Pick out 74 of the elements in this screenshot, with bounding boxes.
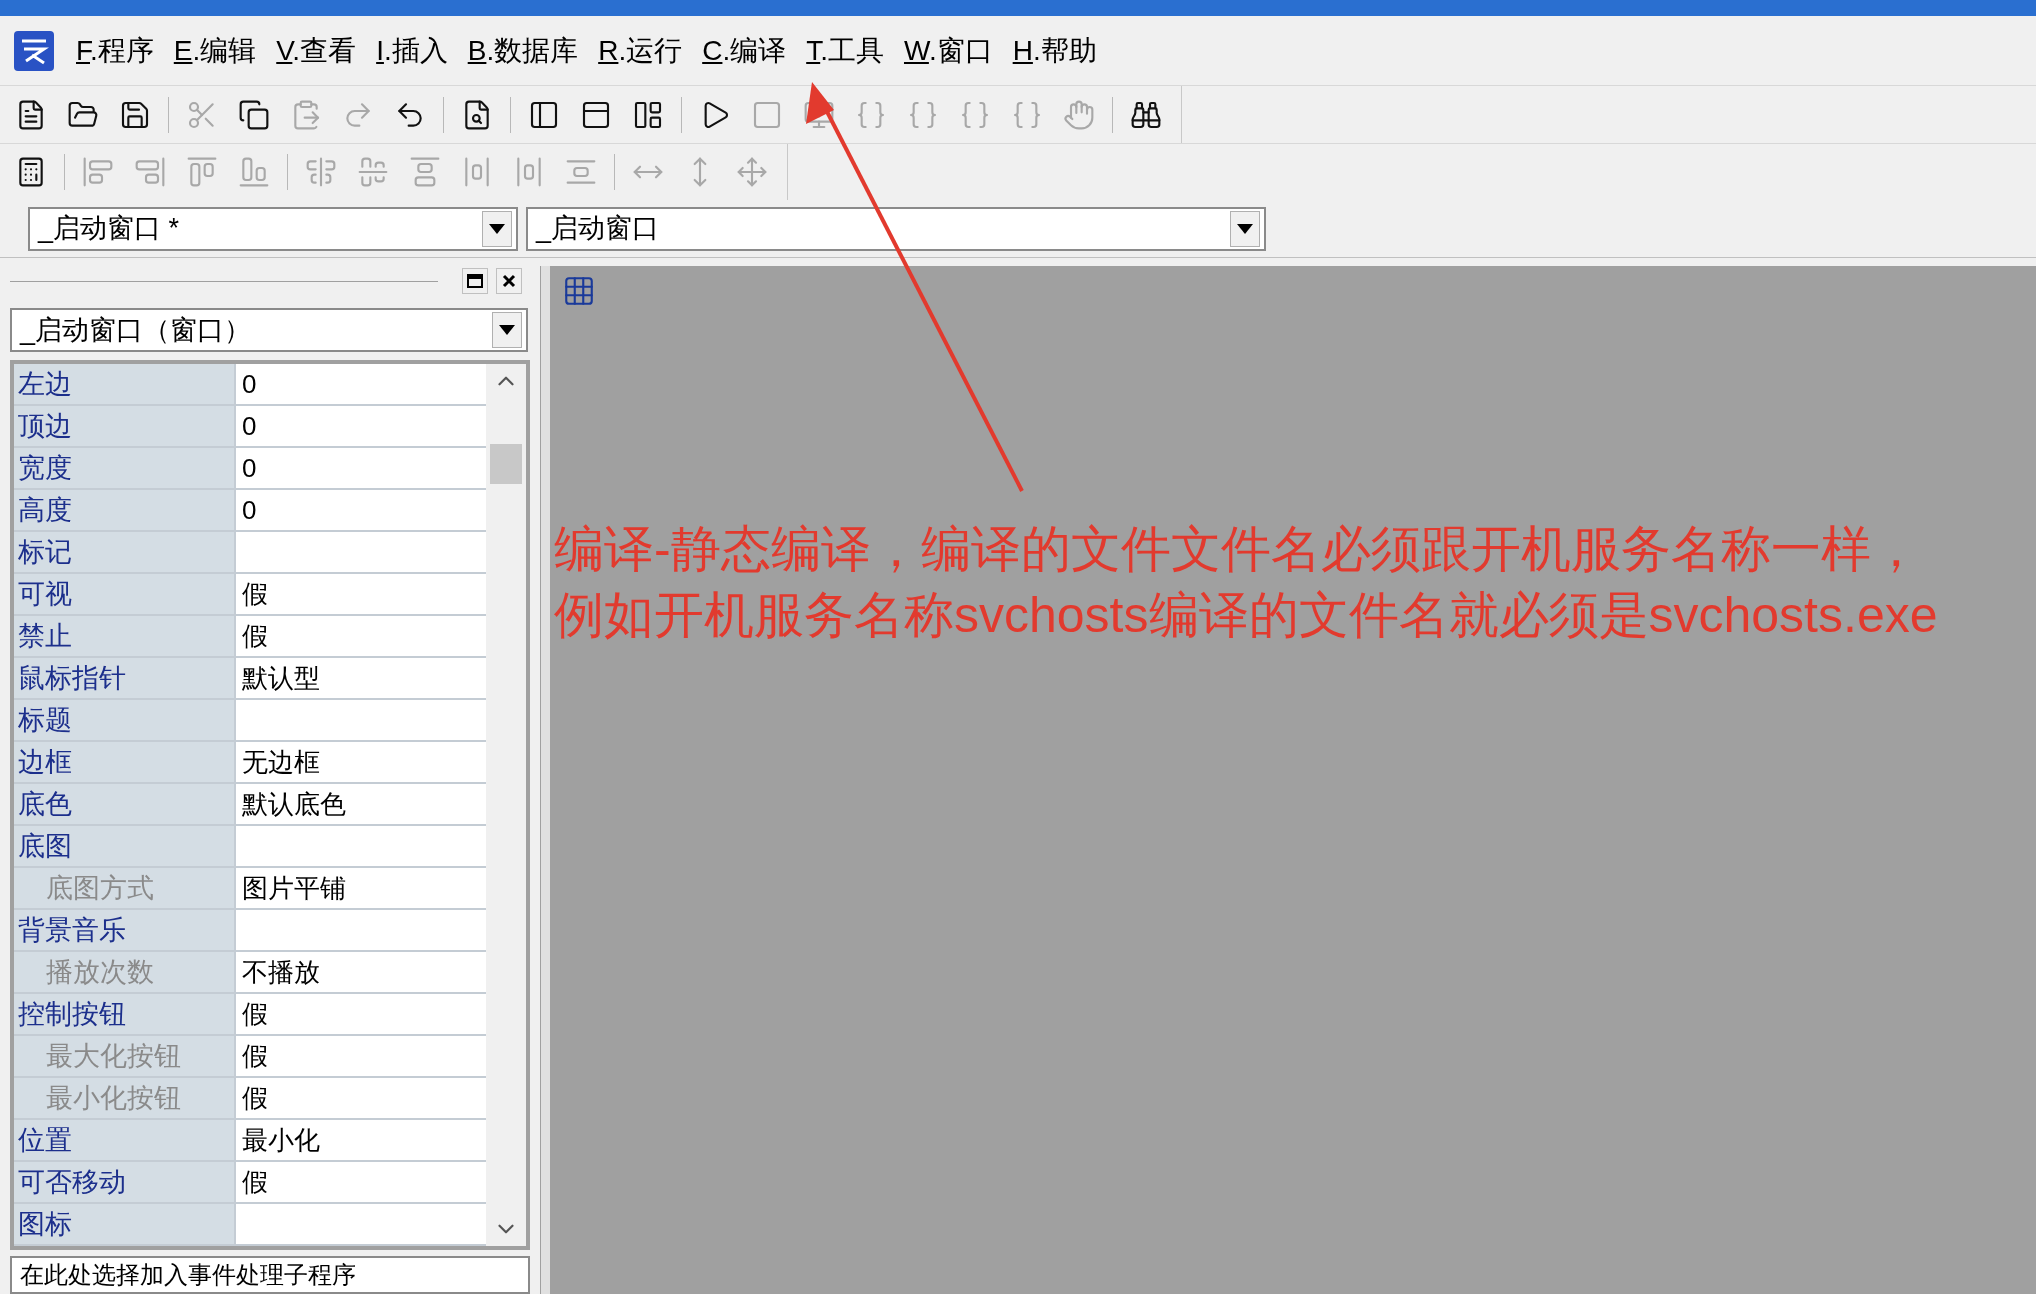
property-value[interactable]: 不播放: [236, 952, 486, 992]
property-value[interactable]: 0: [236, 406, 486, 446]
property-name: 宽度: [14, 448, 236, 488]
menu-item[interactable]: B.数据库: [467, 29, 579, 72]
property-name: 背景音乐: [14, 910, 236, 950]
dropdown-arrow-icon: [489, 223, 505, 234]
object-dropdown[interactable]: _启动窗口 *: [28, 206, 518, 251]
center-icon: [357, 156, 389, 188]
object-dropdown[interactable]: _启动窗口（窗口）: [10, 308, 528, 352]
property-value[interactable]: 假: [236, 616, 486, 656]
restore-button[interactable]: [462, 268, 488, 294]
dropdown-arrow-icon: [1237, 223, 1253, 234]
align-bottom-icon: [238, 156, 270, 188]
property-name: 最大化按钮: [14, 1036, 236, 1076]
property-name: 左边: [14, 364, 236, 404]
property-value[interactable]: 0: [236, 490, 486, 530]
dropdown-arrow-icon: [499, 325, 515, 335]
property-value[interactable]: 假: [236, 574, 486, 614]
menu-item[interactable]: W.窗口: [904, 29, 993, 72]
property-name: 标题: [14, 700, 236, 740]
property-name: 禁止: [14, 616, 236, 656]
property-name: 图标: [14, 1204, 236, 1244]
panel-splitter[interactable]: [540, 266, 550, 1294]
event-dropdown[interactable]: 在此处选择加入事件处理子程序: [10, 1256, 530, 1294]
align-left-icon: [82, 156, 114, 188]
scrollbar[interactable]: [486, 364, 526, 1246]
scrollbar-thumb[interactable]: [490, 444, 522, 484]
property-name: 最小化按钮: [14, 1078, 236, 1118]
property-name: 可视: [14, 574, 236, 614]
restore-icon: [467, 274, 483, 288]
property-name: 边框: [14, 742, 236, 782]
property-name: 底图: [14, 826, 236, 866]
menu-item[interactable]: V.查看: [276, 29, 357, 72]
property-name: 控制按钮: [14, 994, 236, 1034]
menu-item[interactable]: R.运行: [598, 29, 683, 72]
menu-item[interactable]: C.编译: [702, 29, 787, 72]
property-name: 高度: [14, 490, 236, 530]
property-value[interactable]: 默认底色: [236, 784, 486, 824]
property-value[interactable]: 假: [236, 1036, 486, 1076]
property-name: 标记: [14, 532, 236, 572]
property-name: 底色: [14, 784, 236, 824]
size-icon: [736, 156, 768, 188]
menu-item[interactable]: T.工具: [806, 29, 884, 72]
property-value[interactable]: 0: [236, 448, 486, 488]
property-name: 鼠标指针: [14, 658, 236, 698]
hand-icon: [1063, 98, 1095, 131]
property-name: 位置: [14, 1120, 236, 1160]
property-name: 可否移动: [14, 1162, 236, 1202]
property-name: 底图方式: [14, 868, 236, 908]
property-name: 播放次数: [14, 952, 236, 992]
property-value[interactable]: 0: [236, 364, 486, 404]
property-value[interactable]: 假: [236, 1078, 486, 1118]
align-top-icon: [186, 156, 218, 188]
align-right-icon: [134, 156, 166, 188]
property-name: 顶边: [14, 406, 236, 446]
method-dropdown[interactable]: _启动窗口: [526, 206, 1266, 251]
menu-item[interactable]: F.程序: [76, 29, 154, 72]
align-icon: [409, 156, 441, 188]
property-value[interactable]: 最小化: [236, 1120, 486, 1160]
app-logo-icon: [12, 28, 56, 73]
copy-icon: [238, 98, 270, 131]
close-icon: [502, 274, 516, 288]
menu-item[interactable]: H.帮助: [1012, 29, 1097, 72]
property-value[interactable]: 图片平铺: [236, 868, 486, 908]
center-icon: [305, 156, 337, 188]
property-value[interactable]: 无边框: [236, 742, 486, 782]
property-value[interactable]: 假: [236, 994, 486, 1034]
menu-item[interactable]: I.插入: [376, 29, 448, 72]
annotation-text: 编译-静态编译，编译的文件文件名必须跟开机服务名称一样，: [554, 520, 1922, 579]
property-value[interactable]: 默认型: [236, 658, 486, 698]
menu-item[interactable]: E.编辑: [173, 29, 257, 72]
close-button[interactable]: [496, 268, 522, 294]
annotation-text: 例如开机服务名称svchosts编译的文件名就必须是svchosts.exe: [554, 586, 1939, 645]
property-value[interactable]: 假: [236, 1162, 486, 1202]
